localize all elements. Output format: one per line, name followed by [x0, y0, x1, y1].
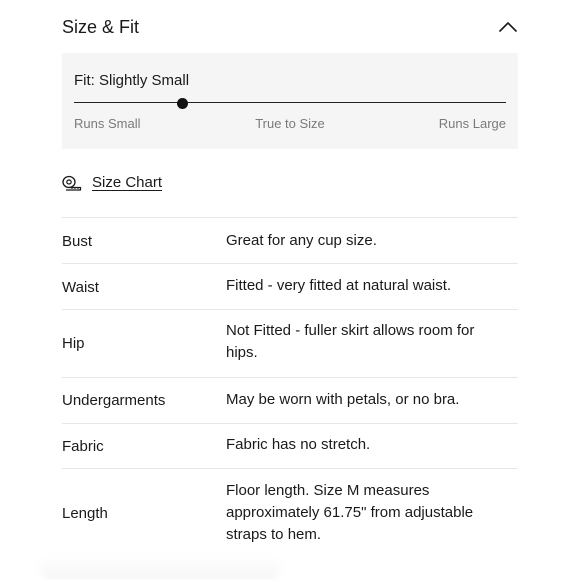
size-chart-label: Size Chart	[92, 174, 163, 191]
detail-label: Fabric	[62, 438, 104, 455]
detail-label: Length	[62, 505, 108, 522]
detail-label: Hip	[62, 335, 85, 352]
detail-row-length: Length Floor length. Size M measures app…	[62, 468, 518, 561]
detail-value: Floor length. Size M measures approximat…	[226, 482, 474, 543]
detail-row-bust: Bust Great for any cup size.	[62, 217, 518, 264]
fit-slider-thumb[interactable]	[176, 98, 188, 109]
fit-label: Fit: Slightly Small	[74, 72, 190, 89]
detail-value: Great for any cup size.	[226, 232, 377, 249]
scale-label-runs-large: Runs Large	[438, 116, 506, 131]
chevron-up-icon[interactable]	[498, 17, 518, 37]
detail-label: Undergarments	[62, 392, 166, 409]
fit-indicator: Fit: Slightly Small Runs Small True to S…	[62, 53, 518, 149]
detail-value: Not Fitted - fuller skirt allows room fo…	[226, 322, 475, 361]
detail-row-undergarments: Undergarments May be worn with petals, o…	[62, 377, 518, 424]
bottom-shadow	[40, 556, 280, 580]
section-title: Size & Fit	[62, 17, 140, 37]
detail-row-fabric: Fabric Fabric has no stretch.	[62, 423, 518, 469]
detail-value: May be worn with petals, or no bra.	[226, 391, 460, 408]
detail-label: Waist	[62, 279, 99, 296]
fit-slider-track	[74, 102, 506, 103]
measuring-tape-icon	[62, 175, 82, 191]
detail-value: Fitted - very fitted at natural waist.	[226, 277, 452, 294]
detail-row-hip: Hip Not Fitted - fuller skirt allows roo…	[62, 309, 518, 378]
detail-value: Fabric has no stretch.	[226, 436, 371, 453]
detail-label: Bust	[62, 233, 93, 250]
detail-row-waist: Waist Fitted - very fitted at natural wa…	[62, 263, 518, 310]
size-fit-header[interactable]: Size & Fit	[62, 15, 518, 41]
